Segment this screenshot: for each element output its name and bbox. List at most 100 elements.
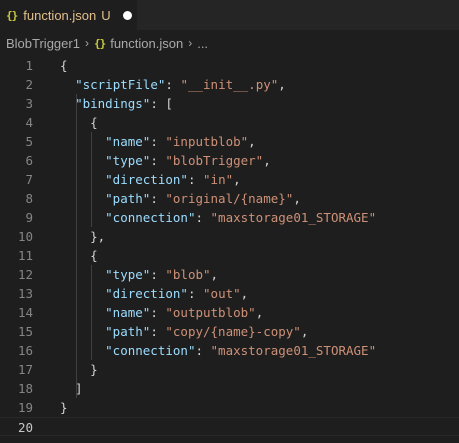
line-number: 17 (17, 362, 33, 377)
json-punctuation: : (195, 210, 211, 225)
code-line[interactable]: 18 ] (0, 379, 459, 398)
json-punctuation: : [ (150, 96, 173, 111)
json-punctuation: , (248, 134, 256, 149)
json-string: "maxstorage01_STORAGE" (210, 210, 377, 225)
code-line[interactable]: 8 "path": "original/{name}", (0, 189, 459, 208)
code-line[interactable]: 13 "direction": "out", (0, 284, 459, 303)
line-code: "direction": "in", (60, 170, 241, 189)
line-code: }, (60, 227, 105, 246)
code-line[interactable]: 20 (0, 417, 459, 436)
line-number: 18 (17, 381, 33, 396)
breadcrumb: BlobTrigger1 › {} function.json › ... (0, 30, 459, 56)
code-line[interactable]: 6 "type": "blobTrigger", (0, 151, 459, 170)
code-line[interactable]: 15 "path": "copy/{name}-copy", (0, 322, 459, 341)
json-punctuation: : (165, 77, 181, 92)
json-punctuation: , (263, 153, 271, 168)
code-line[interactable]: 3 "bindings": [ (0, 94, 459, 113)
line-code: "path": "original/{name}", (60, 189, 301, 208)
code-line[interactable]: 17 } (0, 360, 459, 379)
line-number: 6 (25, 153, 33, 168)
json-punctuation: : (195, 343, 211, 358)
json-punctuation: , (255, 305, 264, 320)
code-line[interactable]: 9 "connection": "maxstorage01_STORAGE" (0, 208, 459, 227)
unsaved-dot-icon[interactable] (122, 10, 132, 20)
code-line[interactable]: 1{ (0, 56, 459, 75)
code-line[interactable]: 10 }, (0, 227, 459, 246)
json-string: "inputblob" (165, 134, 249, 149)
code-line[interactable]: 2 "scriptFile": "__init__.py", (0, 75, 459, 94)
code-line[interactable]: 12 "type": "blob", (0, 265, 459, 284)
json-punctuation: : (150, 324, 166, 339)
json-file-icon: {} (93, 36, 106, 50)
line-code: "path": "copy/{name}-copy", (60, 322, 308, 341)
json-string: "maxstorage01_STORAGE" (210, 343, 377, 358)
line-code: } (60, 398, 68, 417)
chevron-right-icon: › (188, 36, 193, 50)
json-punctuation: , (240, 286, 249, 301)
json-punctuation: }, (60, 229, 106, 244)
line-number: 5 (25, 134, 33, 149)
json-punctuation: { (60, 58, 68, 73)
json-key: "name" (105, 134, 151, 149)
breadcrumb-more[interactable]: ... (197, 36, 208, 51)
line-number: 15 (17, 324, 33, 339)
line-number: 12 (17, 267, 33, 282)
json-punctuation: , (278, 77, 286, 92)
json-punctuation (60, 153, 105, 168)
line-code: { (60, 56, 68, 75)
json-punctuation (60, 96, 75, 111)
git-status-badge: U (101, 7, 111, 23)
code-line[interactable]: 5 "name": "inputblob", (0, 132, 459, 151)
json-key: "bindings" (75, 96, 151, 111)
json-key: "connection" (105, 210, 196, 225)
line-number: 10 (17, 229, 33, 244)
line-number: 9 (25, 210, 33, 225)
line-code: { (60, 246, 98, 265)
json-string: "copy/{name}-copy" (165, 324, 301, 339)
code-line[interactable]: 7 "direction": "in", (0, 170, 459, 189)
json-string: "__init__.py" (180, 77, 279, 92)
line-number: 13 (17, 286, 33, 301)
line-code: "direction": "out", (60, 284, 248, 303)
json-punctuation: , (210, 267, 219, 282)
line-code: ] (60, 379, 83, 398)
json-punctuation (60, 267, 105, 282)
chevron-right-icon: › (84, 36, 89, 50)
breadcrumb-file[interactable]: function.json (110, 36, 183, 51)
json-string: "original/{name}" (165, 191, 294, 206)
code-editor[interactable]: 1{2 "scriptFile": "__init__.py", 3 "bindi… (0, 56, 459, 443)
code-line[interactable]: 16 "connection": "maxstorage01_STORAGE" (0, 341, 459, 360)
line-number: 11 (17, 248, 33, 263)
json-string: "blob" (165, 267, 211, 282)
json-key: "path" (105, 191, 151, 206)
breadcrumb-folder[interactable]: BlobTrigger1 (6, 36, 80, 51)
tab-function-json[interactable]: {} function.json U (0, 0, 137, 30)
code-line[interactable]: 11 { (0, 246, 459, 265)
code-line[interactable]: 19} (0, 398, 459, 417)
json-punctuation: ] (60, 381, 83, 396)
line-number: 7 (25, 172, 33, 187)
json-punctuation: : (150, 191, 166, 206)
json-key: "scriptFile" (75, 77, 166, 92)
json-punctuation (60, 324, 105, 339)
json-punctuation: } (60, 362, 98, 377)
line-code: } (60, 360, 98, 379)
line-code: "name": "outputblob", (60, 303, 263, 322)
code-line[interactable]: 4 { (0, 113, 459, 132)
json-punctuation (60, 343, 105, 358)
line-number: 19 (17, 400, 33, 415)
code-line[interactable]: 14 "name": "outputblob", (0, 303, 459, 322)
line-code: { (60, 113, 98, 132)
line-number: 4 (25, 115, 33, 130)
line-number: 2 (25, 77, 33, 92)
json-file-icon: {} (6, 8, 18, 22)
json-punctuation: { (60, 248, 98, 263)
json-punctuation (60, 134, 105, 149)
json-punctuation: : (150, 134, 166, 149)
json-punctuation: , (293, 191, 301, 206)
json-key: "path" (105, 324, 151, 339)
json-punctuation: : (187, 172, 204, 187)
json-string: "blobTrigger" (165, 153, 264, 168)
line-number: 8 (25, 191, 33, 206)
line-code: "connection": "maxstorage01_STORAGE" (60, 341, 376, 360)
